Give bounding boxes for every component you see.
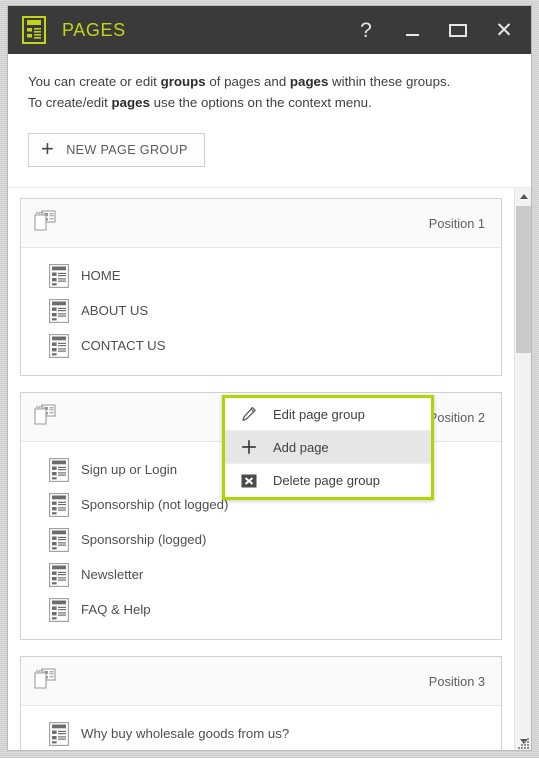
page-list-item[interactable]: Sponsorship (logged) [21, 522, 501, 557]
close-button[interactable]: ✕ [481, 6, 531, 54]
page-group-folder-icon [31, 403, 59, 431]
page-group-folder-icon [31, 667, 59, 695]
page-label: FAQ & Help [81, 602, 151, 618]
page-label: Sponsorship (logged) [81, 532, 207, 548]
page-group-context-menu[interactable]: Edit page group Add page Delete page gro… [222, 395, 434, 501]
context-menu-item-edit-page-group[interactable]: Edit page group [225, 398, 431, 432]
close-icon: ✕ [495, 18, 513, 42]
page-list-item[interactable]: ABOUT US [21, 293, 501, 328]
page-list-item[interactable]: CONTACT US [21, 328, 501, 363]
page-list-item[interactable]: FAQ & Help [21, 592, 501, 627]
page-label: Sponsorship (not logged) [81, 497, 229, 513]
page-label: Newsletter [81, 567, 144, 583]
page-label: Why buy wholesale goods from us? [81, 726, 290, 742]
desc-l2-suffix: use the options on the context menu. [149, 94, 372, 110]
context-menu-item-add-page[interactable]: Add page [225, 431, 431, 465]
page-list-item[interactable]: Why buy wholesale goods from us? [21, 716, 501, 750]
new-page-group-button[interactable]: + NEW PAGE GROUP [28, 133, 205, 168]
help-button[interactable]: ? [343, 6, 389, 54]
desc-l1-prefix: You can create or edit [28, 74, 161, 89]
page-label: ABOUT US [81, 303, 149, 319]
context-menu-label: Add page [273, 439, 329, 455]
description-line-2: To create/edit pages use the options on … [28, 93, 511, 114]
page-groups-list: Position 1 HOME ABOUT US CONTACT US Posi… [8, 188, 514, 750]
page-group-header[interactable]: Position 3 [21, 657, 501, 707]
desc-l1-bold-pages: pages [289, 74, 329, 89]
page-group-body: Why buy wholesale goods from us? [21, 706, 501, 750]
page-icon [49, 457, 69, 482]
desc-l1-suffix: within these groups. [328, 74, 451, 89]
desc-l2-bold-pages: pages [111, 94, 150, 110]
page-document-icon [22, 16, 46, 44]
page-list-item[interactable]: Newsletter [21, 557, 501, 592]
delete-x-box-icon [239, 471, 259, 491]
minimize-button[interactable] [389, 6, 435, 54]
new-page-group-label: NEW PAGE GROUP [66, 143, 188, 158]
vertical-scrollbar[interactable] [514, 188, 531, 750]
page-icon [49, 721, 69, 746]
page-label: CONTACT US [81, 338, 166, 354]
page-group-position-label: Position 3 [428, 673, 485, 689]
page-icon [49, 492, 69, 517]
context-menu-label: Delete page group [273, 473, 380, 489]
context-menu-item-delete-page-group[interactable]: Delete page group [225, 464, 431, 498]
scrollbar-thumb[interactable] [516, 206, 531, 354]
page-icon [49, 527, 69, 552]
window-title: PAGES [62, 19, 126, 40]
window-resize-grip[interactable] [517, 736, 530, 749]
page-icon [49, 562, 69, 587]
page-group-position-label: Position 2 [428, 409, 485, 425]
page-icon [49, 298, 69, 323]
page-group-folder-icon [31, 209, 59, 237]
context-menu-label: Edit page group [273, 406, 365, 422]
page-list-item[interactable]: HOME [21, 258, 501, 293]
maximize-button[interactable] [435, 6, 481, 54]
page-group-position-label: Position 1 [428, 215, 485, 231]
page-group-panel[interactable]: Position 1 HOME ABOUT US CONTACT US [20, 198, 502, 377]
description-text: You can create or edit groups of pages a… [8, 54, 531, 128]
page-group-header[interactable]: Position 1 [21, 199, 501, 249]
page-label: HOME [81, 268, 121, 284]
page-icon [49, 263, 69, 288]
plus-icon [239, 437, 259, 457]
minimize-icon [405, 33, 419, 36]
desc-l2-prefix: To create/edit [28, 94, 112, 110]
desc-l1-bold-groups: groups [160, 74, 206, 89]
help-icon: ? [360, 18, 372, 42]
page-label: Sign up or Login [81, 462, 178, 478]
page-group-body: HOME ABOUT US CONTACT US [21, 248, 501, 375]
pencil-icon [239, 404, 259, 424]
pages-window: PAGES ? ✕ You can create or edit groups … [8, 6, 531, 750]
page-group-panel[interactable]: Position 3 Why buy wholesale goods from … [20, 656, 502, 750]
scrollbar-up-button[interactable] [515, 188, 531, 206]
window-titlebar: PAGES ? ✕ [8, 6, 531, 54]
desc-l1-mid: of pages and [205, 74, 290, 89]
page-icon [49, 597, 69, 622]
maximize-icon [449, 23, 467, 37]
chevron-up-icon [519, 194, 528, 200]
description-line-1: You can create or edit groups of pages a… [28, 72, 511, 93]
page-icon [49, 333, 69, 358]
scroll-area: Position 1 HOME ABOUT US CONTACT US Posi… [8, 187, 531, 750]
toolbar: + NEW PAGE GROUP [8, 127, 531, 188]
plus-icon: + [41, 136, 55, 162]
